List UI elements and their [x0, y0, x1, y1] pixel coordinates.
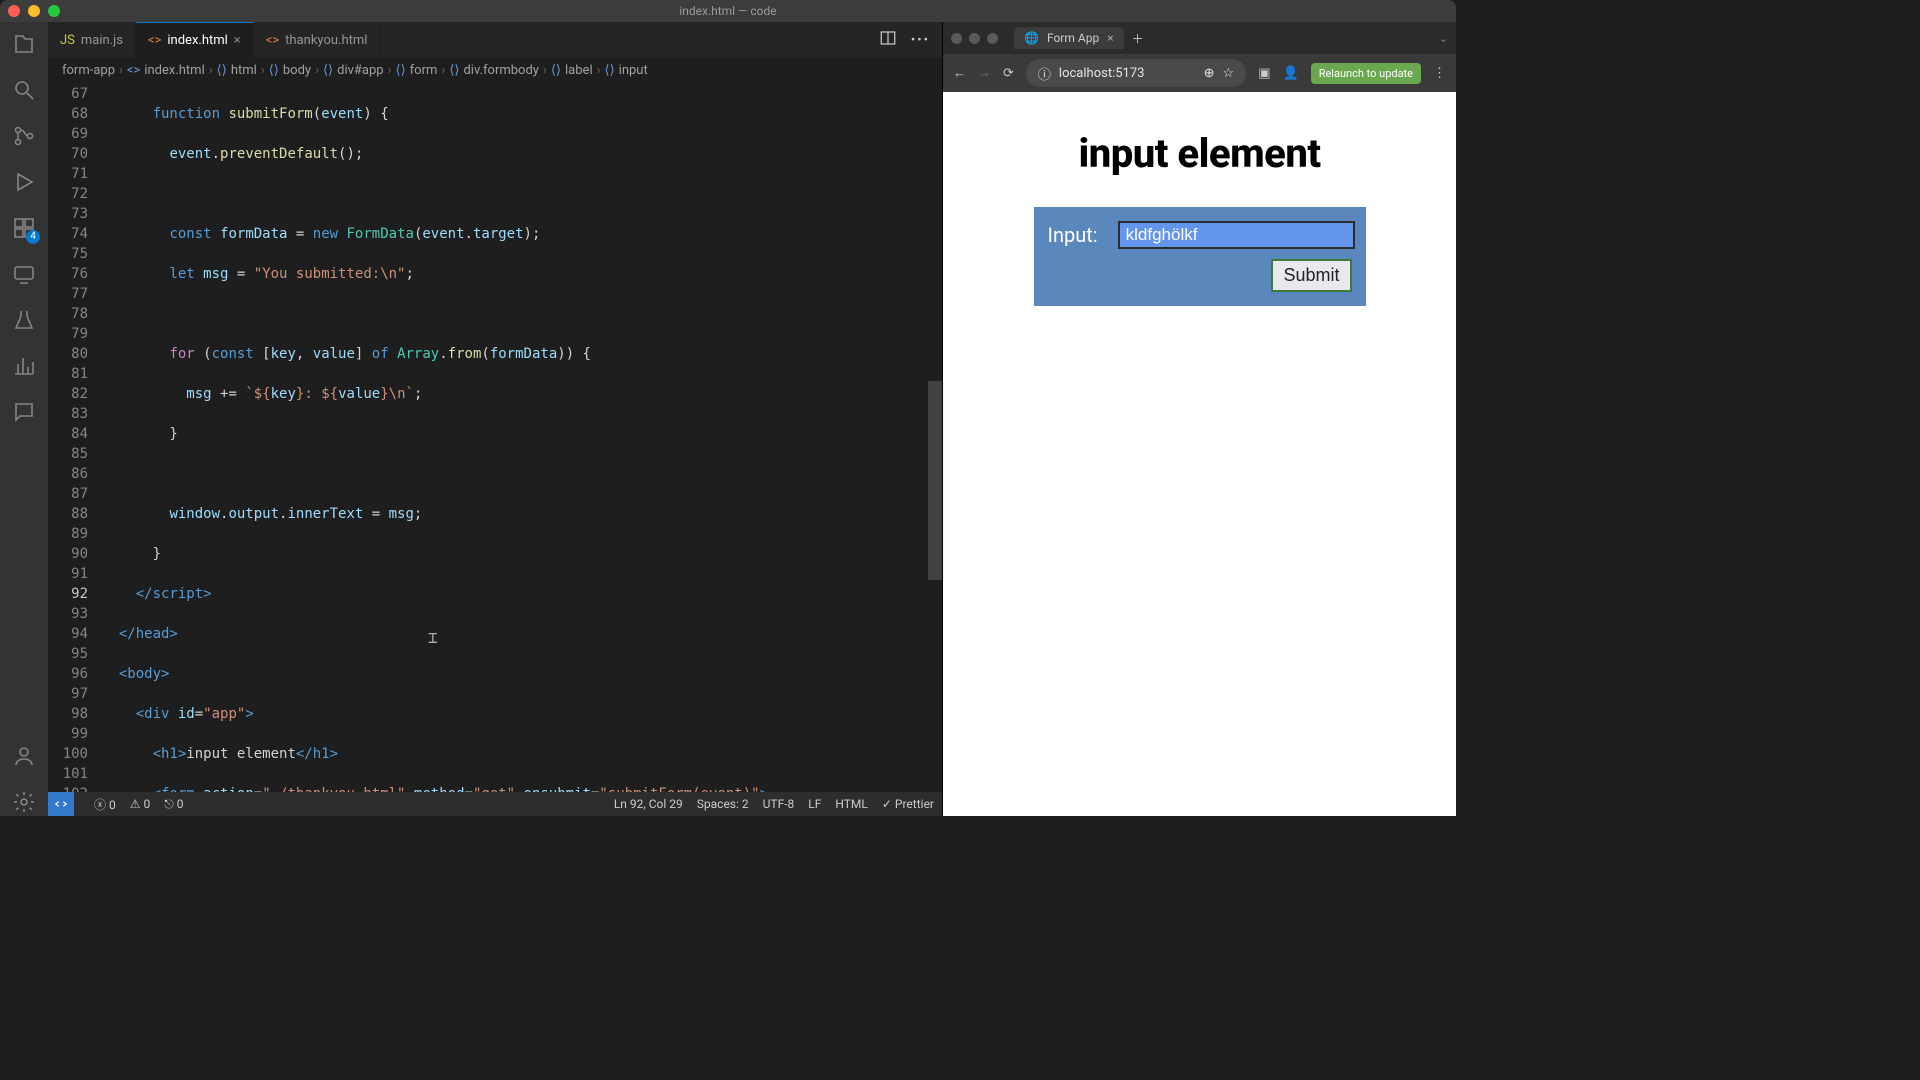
remote-indicator[interactable] [48, 792, 74, 816]
breadcrumb-item[interactable]: html [231, 63, 257, 78]
globe-icon: 🌐 [1024, 31, 1039, 45]
account-icon[interactable] [10, 742, 38, 770]
input-label: Input: [1048, 223, 1098, 247]
more-actions-icon[interactable]: ••• [911, 33, 930, 48]
browser-toolbar: ← → ⟳ ⓘ localhost:5173 ⊕ ☆ ▣ 👤 Relaunch … [943, 54, 1456, 92]
site-info-icon[interactable]: ⓘ [1038, 64, 1051, 83]
back-button[interactable]: ← [953, 65, 966, 81]
text-input[interactable] [1118, 221, 1355, 249]
reload-button[interactable]: ⟳ [1003, 66, 1014, 81]
graph-icon[interactable] [10, 352, 38, 380]
close-window-button[interactable] [951, 33, 962, 44]
tab-thankyouhtml[interactable]: <> thankyou.html [254, 22, 381, 58]
minimap-scrollbar[interactable] [928, 84, 942, 792]
code-editor[interactable]: 67686970 71727374 75767778 79808182 8384… [48, 84, 942, 792]
tab-label: index.html [167, 33, 227, 48]
browser-tab-title: Form App [1047, 31, 1099, 45]
source-control-icon[interactable] [10, 122, 38, 150]
breadcrumb[interactable]: form-app› <>index.html› ⟨⟩html› ⟨⟩body› … [48, 58, 942, 84]
editor-area: JS main.js <> index.html × <> thankyou.h… [48, 22, 942, 816]
breadcrumb-item[interactable]: label [565, 63, 593, 78]
browser-tab-strip: 🌐 Form App × ＋ ⌄ [943, 22, 1456, 54]
bracket-icon: ⟨⟩ [449, 63, 459, 78]
breadcrumb-item[interactable]: form-app [62, 63, 115, 78]
translate-icon[interactable]: ⊕ [1204, 66, 1215, 81]
close-tab-icon[interactable]: × [1107, 31, 1113, 45]
eol[interactable]: LF [808, 797, 821, 811]
bracket-icon: ⟨⟩ [217, 63, 227, 78]
html-file-icon: <> [127, 63, 140, 78]
search-icon[interactable] [10, 76, 38, 104]
warnings-count[interactable]: ⚠ 0 [130, 797, 150, 811]
encoding[interactable]: UTF-8 [763, 797, 795, 811]
bracket-icon: ⟨⟩ [551, 63, 561, 78]
browser-window: 🌐 Form App × ＋ ⌄ ← → ⟳ ⓘ localhost:5173 … [942, 22, 1456, 816]
code-content[interactable]: function submitForm(event) { event.preve… [102, 84, 942, 792]
bracket-icon: ⟨⟩ [269, 63, 279, 78]
indent-setting[interactable]: Spaces: 2 [697, 797, 749, 811]
line-gutter: 67686970 71727374 75767778 79808182 8384… [48, 84, 102, 792]
tab-indexhtml[interactable]: <> index.html × [136, 22, 254, 58]
language-mode[interactable]: HTML [835, 797, 868, 811]
text-cursor-icon: ⌶ [428, 628, 438, 648]
breadcrumb-item[interactable]: body [283, 63, 311, 78]
tab-label: thankyou.html [285, 33, 367, 48]
window-titlebar: index.html — code [0, 0, 1456, 22]
breadcrumb-item[interactable]: div#app [337, 63, 383, 78]
reading-list-icon[interactable]: ▣ [1258, 66, 1270, 81]
breadcrumb-item[interactable]: form [410, 63, 438, 78]
tab-label: main.js [81, 33, 123, 48]
forward-button[interactable]: → [978, 65, 991, 81]
maximize-window-button[interactable] [987, 33, 998, 44]
split-editor-icon[interactable] [879, 29, 897, 51]
testing-icon[interactable] [10, 306, 38, 334]
url-text: localhost:5173 [1059, 66, 1145, 81]
html-file-icon: <> [266, 33, 279, 48]
remote-icon[interactable] [10, 260, 38, 288]
bracket-icon: ⟨⟩ [323, 63, 333, 78]
extensions-icon[interactable]: 4 [10, 214, 38, 242]
editor-tabs: JS main.js <> index.html × <> thankyou.h… [48, 22, 942, 58]
menu-icon[interactable]: ⋮ [1433, 66, 1446, 81]
run-debug-icon[interactable] [10, 168, 38, 196]
tab-dropdown-icon[interactable]: ⌄ [1439, 32, 1448, 45]
formatter[interactable]: ✓ Prettier [882, 797, 934, 811]
breadcrumb-item[interactable]: index.html [144, 63, 204, 78]
page-heading: input element [965, 130, 1434, 177]
window-title: index.html — code [0, 4, 1456, 18]
bracket-icon: ⟨⟩ [396, 63, 406, 78]
relaunch-button[interactable]: Relaunch to update [1311, 63, 1421, 84]
address-bar[interactable]: ⓘ localhost:5173 ⊕ ☆ [1026, 59, 1246, 87]
vscode-window: 4 JS main.js <> [0, 22, 942, 816]
tab-mainjs[interactable]: JS main.js [48, 22, 136, 58]
explorer-icon[interactable] [10, 30, 38, 58]
breadcrumb-item[interactable]: input [619, 63, 648, 78]
minimize-window-button[interactable] [969, 33, 980, 44]
bookmark-icon[interactable]: ☆ [1223, 66, 1235, 81]
browser-page: input element Input: Submit [943, 92, 1456, 816]
extensions-badge: 4 [26, 230, 40, 244]
browser-traffic-lights [951, 33, 998, 44]
html-file-icon: <> [148, 33, 161, 48]
profile-icon[interactable]: 👤 [1283, 66, 1299, 81]
status-bar: ⓧ 0 ⚠ 0 ⎋ 0 Ln 92, Col 29 Spaces: 2 UTF-… [48, 792, 942, 816]
submit-button[interactable]: Submit [1271, 259, 1351, 292]
breadcrumb-item[interactable]: div.formbody [463, 63, 538, 78]
new-tab-button[interactable]: ＋ [1132, 30, 1144, 47]
ports-count[interactable]: ⎋ 0 [164, 797, 183, 812]
errors-count[interactable]: ⓧ 0 [94, 796, 116, 813]
browser-tab[interactable]: 🌐 Form App × [1014, 27, 1124, 49]
comment-icon[interactable] [10, 398, 38, 426]
cursor-position[interactable]: Ln 92, Col 29 [614, 797, 683, 811]
form-body: Input: Submit [1034, 207, 1366, 306]
close-tab-icon[interactable]: × [234, 33, 241, 48]
activity-bar: 4 [0, 22, 48, 816]
bracket-icon: ⟨⟩ [605, 63, 615, 78]
js-file-icon: JS [60, 33, 75, 48]
settings-gear-icon[interactable] [10, 788, 38, 816]
